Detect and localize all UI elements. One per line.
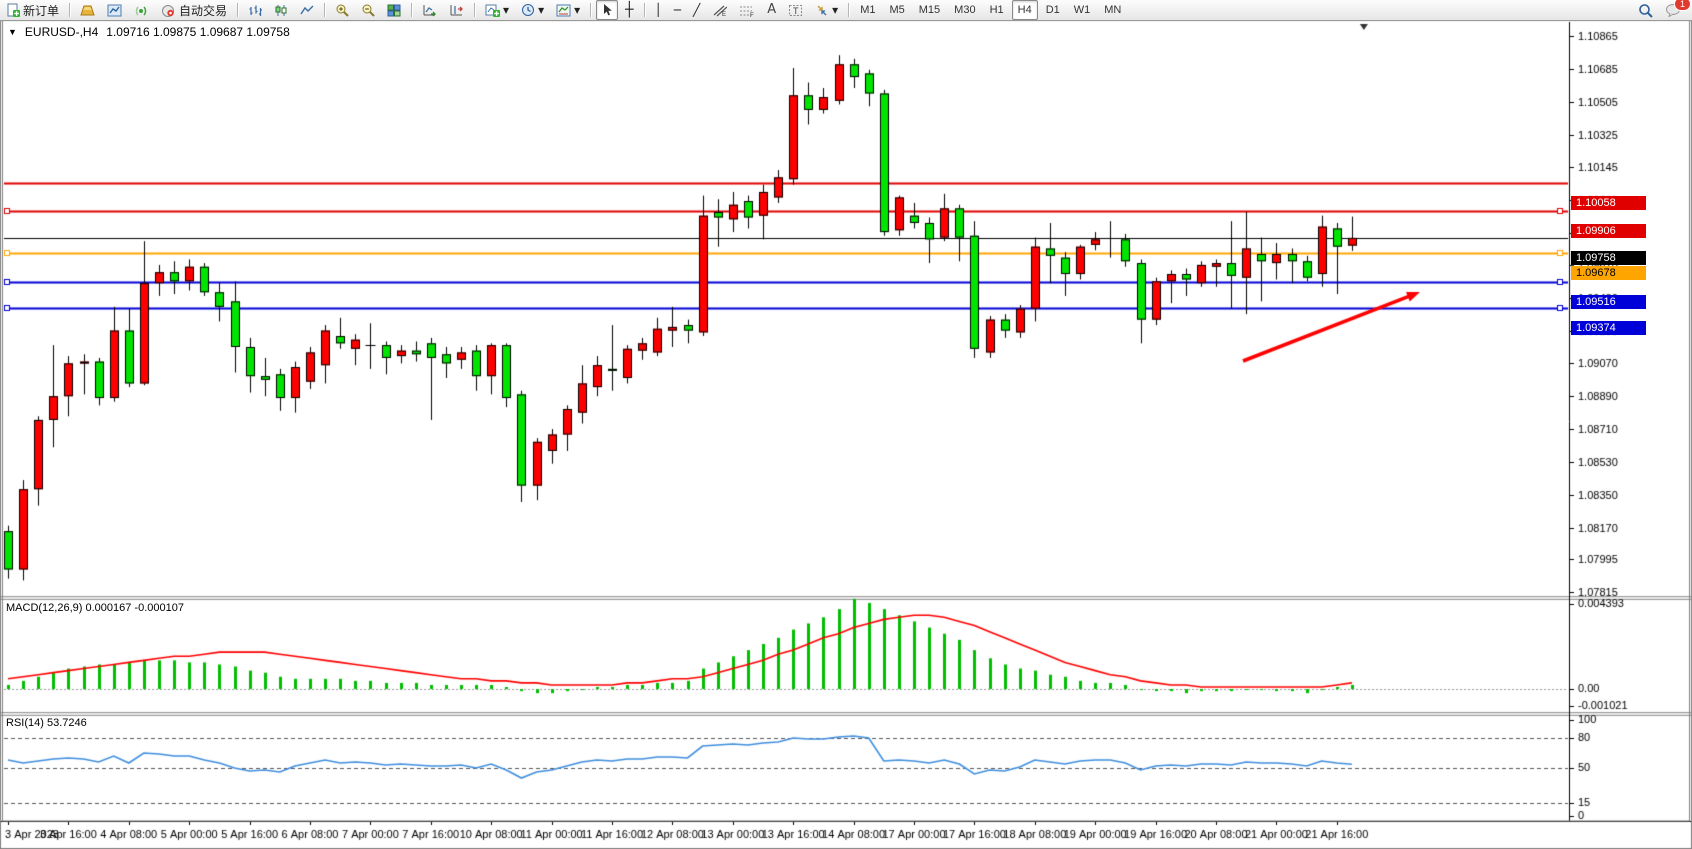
charts-window-button[interactable]	[102, 0, 127, 20]
ohlc-values: 1.09716 1.09875 1.09687 1.09758	[106, 25, 290, 39]
toolbar-separator	[411, 3, 412, 17]
timeframe-button-d1[interactable]: D1	[1040, 0, 1066, 20]
svg-text:E: E	[722, 12, 726, 17]
line-chart-button[interactable]	[295, 0, 319, 20]
tile-windows-icon	[387, 4, 401, 17]
horizontal-line-tool-button[interactable]: ─	[669, 0, 686, 20]
search-icon	[1638, 3, 1653, 18]
price-tag-support-1[interactable]: 1.09516	[1571, 295, 1646, 309]
auto-scroll-icon	[422, 4, 437, 17]
zoom-in-button[interactable]	[330, 0, 354, 20]
dropdown-caret-icon: ▾	[832, 4, 838, 16]
auto-scroll-button[interactable]	[417, 0, 442, 20]
svg-text:F: F	[750, 13, 754, 17]
indicators-icon	[485, 3, 500, 17]
text-icon: A	[767, 4, 776, 16]
signal-button[interactable]	[129, 0, 154, 20]
crosshair-tool-button[interactable]: ┼	[620, 0, 638, 20]
toolbar-separator	[474, 3, 475, 17]
dropdown-caret-icon: ▾	[538, 4, 544, 16]
chart-title: ▼ EURUSD-,H4 1.09716 1.09875 1.09687 1.0…	[8, 25, 290, 39]
arrows-icon	[815, 4, 829, 17]
trendline-tool-button[interactable]: ╱	[688, 0, 705, 20]
chart-window-icon	[107, 4, 122, 17]
periods-button[interactable]: ▾	[516, 0, 549, 20]
horizontal-line-icon: ─	[674, 4, 681, 16]
toolbar-separator	[590, 3, 591, 17]
tile-windows-button[interactable]	[382, 0, 406, 20]
candlestick-icon	[274, 4, 288, 17]
candlestick-chart-button[interactable]	[269, 0, 293, 20]
zoom-out-icon	[361, 3, 375, 17]
gold-icon	[80, 4, 95, 17]
trendline-icon: ╱	[693, 4, 700, 16]
timeframe-button-w1[interactable]: W1	[1068, 0, 1097, 20]
symbol-period-label: EURUSD-,H4	[25, 25, 98, 39]
bar-chart-button[interactable]	[243, 0, 267, 20]
timeframe-button-m1[interactable]: M1	[854, 0, 881, 20]
timeframe-button-m15[interactable]: M15	[913, 0, 946, 20]
fibonacci-tool-button[interactable]: F	[734, 0, 760, 20]
mt4-window: 新订单 自动交易 ▾ ▾ ▾ ┼ │ ─ ╱ E F A T	[0, 0, 1692, 849]
line-chart-icon	[300, 4, 314, 17]
new-order-button[interactable]: 新订单	[1, 0, 64, 20]
cursor-icon	[601, 3, 613, 17]
dropdown-caret-icon: ▾	[574, 4, 580, 16]
price-tag-resistance-1[interactable]: 1.10058	[1571, 196, 1646, 210]
timeframe-button-m30[interactable]: M30	[948, 0, 981, 20]
notification-badge: 1	[1674, 0, 1691, 11]
zoom-out-button[interactable]	[356, 0, 380, 20]
timeframe-button-h1[interactable]: H1	[984, 0, 1010, 20]
toolbar: 新订单 自动交易 ▾ ▾ ▾ ┼ │ ─ ╱ E F A T	[0, 0, 1692, 21]
auto-trading-icon	[161, 4, 176, 17]
label-tool-button[interactable]: T	[783, 0, 808, 20]
svg-text:T: T	[793, 6, 799, 16]
search-button[interactable]	[1633, 0, 1658, 20]
label-icon: T	[788, 4, 803, 17]
new-order-label: 新订单	[23, 2, 59, 19]
cursor-tool-button[interactable]	[596, 0, 618, 20]
rsi-indicator-label: RSI(14) 53.7246	[6, 717, 87, 729]
chart-shift-icon	[449, 4, 464, 17]
zoom-in-icon	[335, 3, 349, 17]
chart-canvas[interactable]	[0, 20, 1692, 849]
timeframe-button-mn[interactable]: MN	[1098, 0, 1127, 20]
dropdown-caret-icon: ▾	[503, 4, 509, 16]
price-tag-bid: 1.09758	[1571, 251, 1646, 265]
bar-chart-icon	[248, 4, 262, 17]
signal-icon	[134, 4, 149, 17]
price-tag-orange-level[interactable]: 1.09678	[1571, 266, 1646, 280]
crosshair-icon: ┼	[625, 4, 633, 16]
indicators-button[interactable]: ▾	[480, 0, 514, 20]
toolbar-separator	[324, 3, 325, 17]
auto-trading-label: 自动交易	[179, 2, 227, 19]
one-click-trading-toggle-icon[interactable]: ▼	[8, 27, 17, 37]
price-tag-support-2[interactable]: 1.09374	[1571, 321, 1646, 335]
price-tag-resistance-2[interactable]: 1.09906	[1571, 224, 1646, 238]
timeframe-bar: M1M5M15M30H1H4D1W1MN	[853, 0, 1128, 20]
toolbar-separator	[644, 3, 645, 17]
auto-trading-button[interactable]: 自动交易	[156, 0, 232, 20]
channel-tool-button[interactable]: E	[707, 0, 732, 20]
channel-icon: E	[712, 4, 727, 17]
macd-indicator-label: MACD(12,26,9) 0.000167 -0.000107	[6, 602, 184, 614]
vertical-line-icon: │	[655, 4, 662, 16]
templates-button[interactable]: ▾	[551, 0, 585, 20]
text-tool-button[interactable]: A	[762, 0, 781, 20]
toolbar-separator	[237, 3, 238, 17]
new-order-icon	[6, 3, 20, 17]
fibonacci-icon: F	[739, 4, 755, 17]
chart-area: ▼ EURUSD-,H4 1.09716 1.09875 1.09687 1.0…	[0, 20, 1692, 849]
toolbar-separator	[848, 3, 849, 17]
market-watch-button[interactable]	[75, 0, 100, 20]
timeframe-button-h4[interactable]: H4	[1012, 0, 1038, 20]
clock-icon	[521, 3, 535, 17]
template-icon	[556, 4, 571, 17]
toolbar-separator	[69, 3, 70, 17]
notifications-button[interactable]: 1	[1660, 0, 1686, 20]
arrows-tool-button[interactable]: ▾	[810, 0, 843, 20]
timeframe-button-m5[interactable]: M5	[883, 0, 910, 20]
chart-shift-button[interactable]	[444, 0, 469, 20]
vertical-line-tool-button[interactable]: │	[650, 0, 667, 20]
